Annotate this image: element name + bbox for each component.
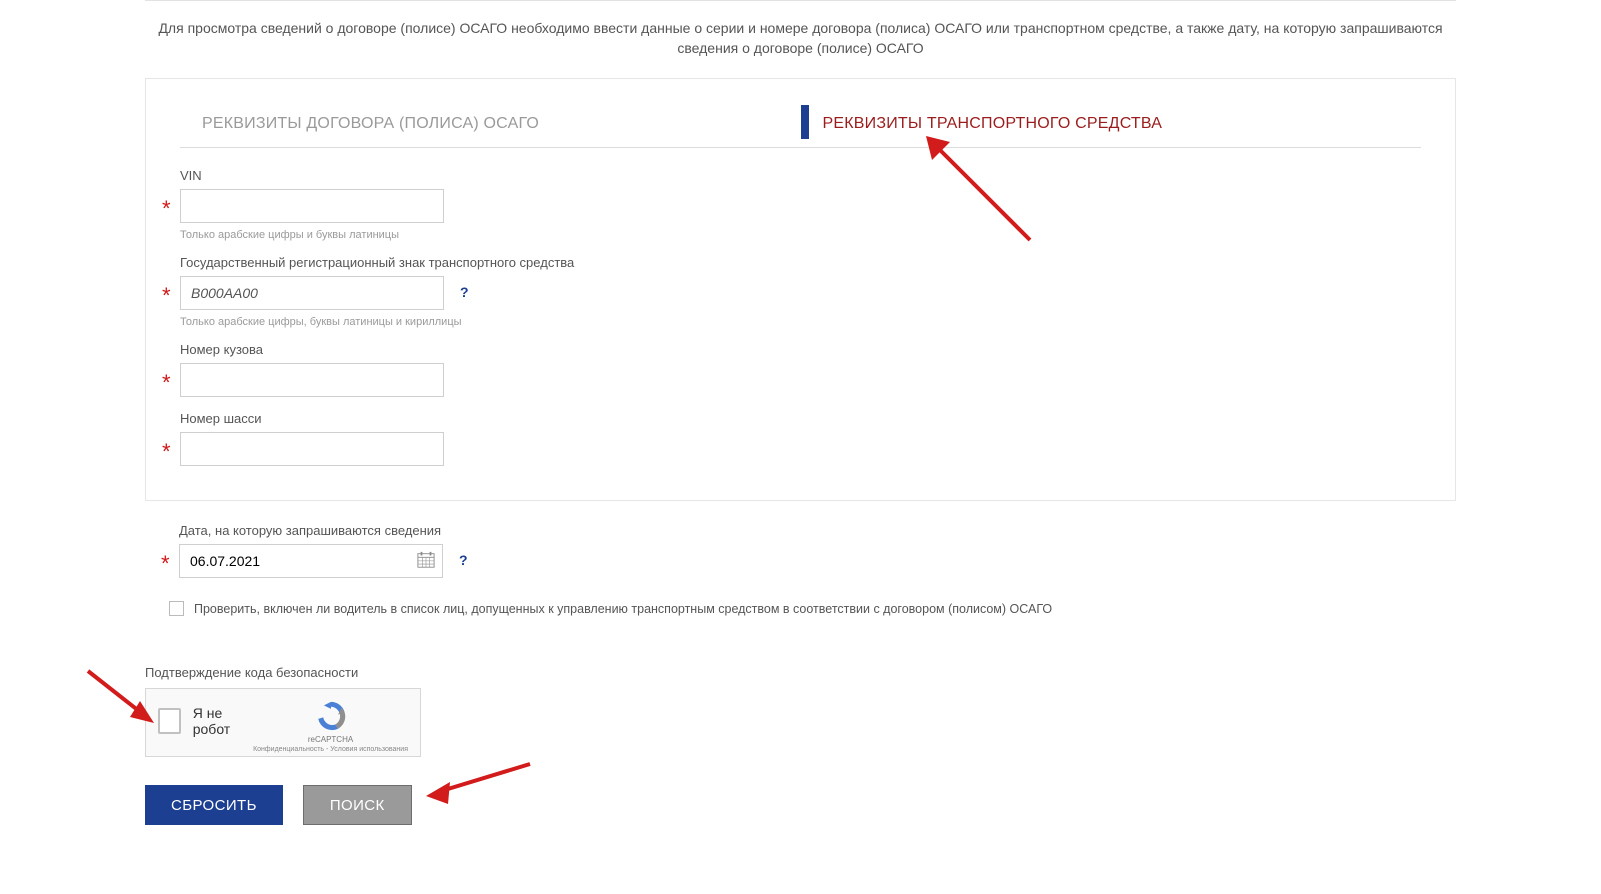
grz-label: Государственный регистрационный знак тра…	[180, 255, 1421, 270]
tabs: РЕКВИЗИТЫ ДОГОВОРА (ПОЛИСА) ОСАГО РЕКВИЗ…	[180, 107, 1421, 148]
help-icon[interactable]: ?	[459, 552, 477, 570]
grz-input[interactable]	[180, 276, 444, 310]
required-star: *	[162, 283, 178, 309]
field-vin: VIN * Только арабские цифры и буквы лати…	[180, 168, 1421, 241]
date-input[interactable]	[179, 544, 443, 578]
calendar-icon[interactable]	[417, 551, 435, 569]
driver-check-row: Проверить, включен ли водитель в список …	[165, 598, 1456, 619]
required-star: *	[161, 551, 177, 577]
recaptcha-brand: reCAPTCHA	[253, 735, 408, 744]
recaptcha-checkbox[interactable]	[158, 708, 181, 734]
tab-policy[interactable]: РЕКВИЗИТЫ ДОГОВОРА (ПОЛИСА) ОСАГО	[180, 107, 801, 147]
required-star: *	[162, 196, 178, 222]
required-star: *	[162, 370, 178, 396]
driver-check-label: Проверить, включен ли водитель в список …	[194, 602, 1052, 616]
date-label: Дата, на которую запрашиваются сведения	[179, 523, 1456, 538]
required-star: *	[162, 439, 178, 465]
body-input[interactable]	[180, 363, 444, 397]
field-chassis: Номер шасси *	[180, 411, 1421, 466]
grz-hint: Только арабские цифры, буквы латиницы и …	[180, 316, 1421, 328]
search-button[interactable]: ПОИСК	[303, 785, 412, 825]
top-divider	[145, 0, 1456, 1]
button-row: СБРОСИТЬ ПОИСК	[145, 785, 1456, 825]
vin-label: VIN	[180, 168, 1421, 183]
driver-check-checkbox[interactable]	[169, 601, 184, 616]
recaptcha-label: Я не робот	[193, 705, 253, 737]
tab-vehicle[interactable]: РЕКВИЗИТЫ ТРАНСПОРТНОГО СРЕДСТВА	[801, 107, 1422, 147]
help-icon[interactable]: ?	[460, 284, 478, 302]
vin-input[interactable]	[180, 189, 444, 223]
intro-text: Для просмотра сведений о договоре (полис…	[145, 19, 1456, 58]
recaptcha-logo-icon	[253, 699, 408, 733]
chassis-label: Номер шасси	[180, 411, 1421, 426]
chassis-input[interactable]	[180, 432, 444, 466]
body-label: Номер кузова	[180, 342, 1421, 357]
captcha-section: Подтверждение кода безопасности Я не роб…	[145, 665, 1456, 757]
field-grz: Государственный регистрационный знак тра…	[180, 255, 1421, 328]
form-card: РЕКВИЗИТЫ ДОГОВОРА (ПОЛИСА) ОСАГО РЕКВИЗ…	[145, 78, 1456, 501]
vin-hint: Только арабские цифры и буквы латиницы	[180, 229, 1421, 241]
recaptcha-privacy[interactable]: Конфиденциальность - Условия использован…	[253, 746, 408, 753]
field-body: Номер кузова *	[180, 342, 1421, 397]
below-card-area: Дата, на которую запрашиваются сведения …	[145, 523, 1456, 619]
field-date: Дата, на которую запрашиваются сведения …	[179, 523, 1456, 578]
reset-button[interactable]: СБРОСИТЬ	[145, 785, 283, 825]
recaptcha-widget: Я не робот reCAPTCHA Конфиденциальность …	[145, 688, 421, 757]
captcha-title: Подтверждение кода безопасности	[145, 665, 1456, 680]
